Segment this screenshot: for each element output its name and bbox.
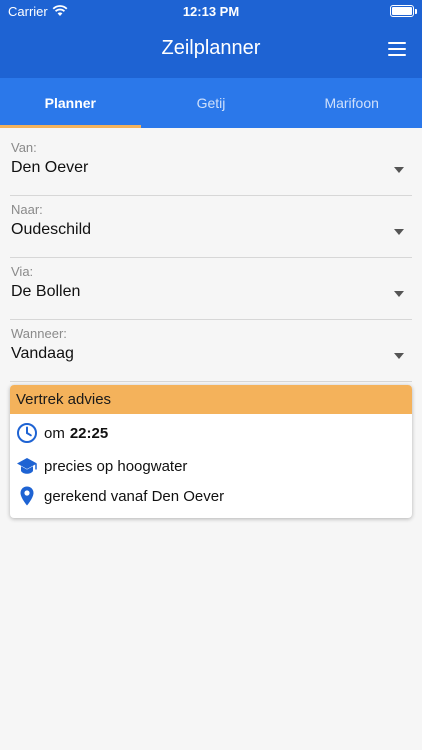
wanneer-value: Vandaag [11,345,74,362]
clock: 12:13 PM [182,4,240,19]
van-label: Van: [11,140,37,155]
dropdown-arrow-icon [394,167,404,173]
advice-time: 22:25 [69,424,109,442]
advice-time-prefix: om [44,424,65,442]
naar-label: Naar: [11,202,43,217]
location-pin-icon [20,486,34,506]
status-bar: Carrier 12:13 PM [0,0,422,22]
wanneer-label: Wanneer: [11,326,67,341]
tab-planner[interactable]: Planner [0,78,141,128]
battery-icon [390,5,417,17]
hamburger-menu-icon[interactable] [388,42,406,58]
dropdown-arrow-icon [394,291,404,297]
advice-tide: precies op hoogwater [44,457,188,475]
app-title: Zeilplanner [161,37,261,59]
advice-origin: gerekend vanaf Den Oever [44,487,225,505]
app-bar: Zeilplanner [0,22,422,78]
advice-tide-row: precies op hoogwater [16,455,187,477]
advice-title: Vertrek advies [10,385,412,414]
dropdown-arrow-icon [394,353,404,359]
graduation-cap-icon [17,458,37,474]
advice-time-row: om 22:25 [16,422,108,444]
tab-marifoon[interactable]: Marifoon [281,78,422,128]
via-label: Via: [11,264,34,279]
dropdown-arrow-icon [394,229,404,235]
naar-value: Oudeschild [11,221,92,238]
tab-getij[interactable]: Getij [141,78,282,128]
wanneer-select[interactable]: Wanneer: Vandaag [10,326,412,382]
clock-icon [17,423,37,443]
tab-bar: Planner Getij Marifoon [0,78,422,128]
van-value: Den Oever [11,159,89,176]
via-value: De Bollen [11,283,81,300]
departure-advice-card: Vertrek advies om 22:25 precies op hoogw… [10,385,412,518]
via-select[interactable]: Via: De Bollen [10,264,412,320]
advice-origin-row: gerekend vanaf Den Oever [16,485,224,507]
van-select[interactable]: Van: Den Oever [10,140,412,196]
naar-select[interactable]: Naar: Oudeschild [10,202,412,258]
